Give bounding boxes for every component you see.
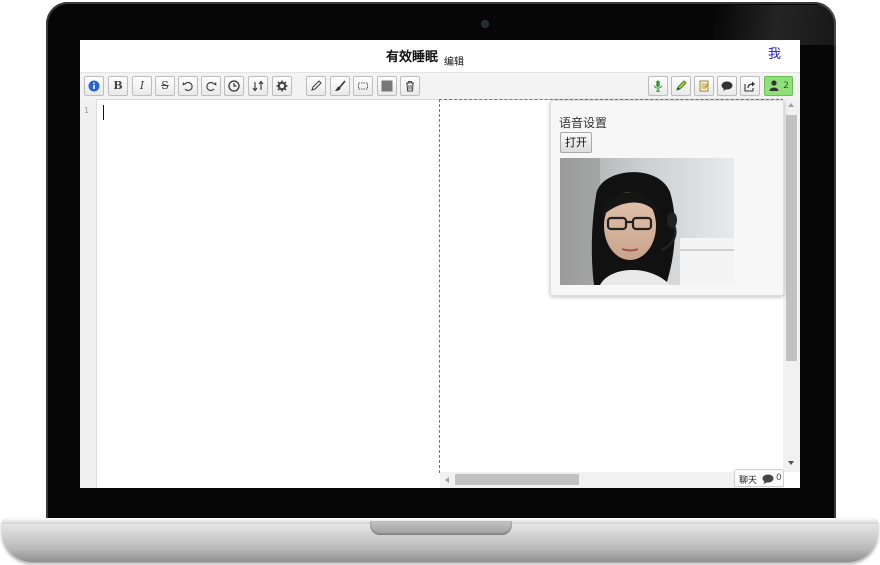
open-voice-button[interactable]: 打开 (560, 132, 592, 153)
app-screen: 有效睡眠 编辑 我 B I S 2 1 语音设置 打开 聊天 0 (80, 40, 800, 488)
horizontal-scroll-thumb[interactable] (455, 474, 579, 485)
text-cursor (103, 105, 104, 120)
line-number-gutter: 1 (80, 99, 97, 488)
info-icon (88, 80, 100, 92)
trash-icon (406, 80, 414, 92)
history-button[interactable] (224, 76, 244, 96)
scroll-left-arrow-icon[interactable] (445, 477, 449, 483)
fill-button[interactable] (377, 76, 397, 96)
laptop-base (2, 518, 878, 562)
redo-icon (206, 81, 217, 92)
microphone-button[interactable] (648, 76, 668, 96)
editor-toolbar: B I S 2 (80, 72, 800, 100)
title-bar: 有效睡眠 编辑 我 (80, 40, 800, 72)
clock-icon (228, 80, 240, 92)
redo-button[interactable] (201, 76, 221, 96)
text-editor[interactable] (97, 99, 439, 488)
italic-button[interactable]: I (132, 76, 152, 96)
chat-label: 聊天 (739, 476, 758, 486)
notes-button[interactable] (694, 76, 714, 96)
share-icon (744, 81, 755, 92)
highlighter-icon (676, 80, 687, 91)
bold-button[interactable]: B (108, 76, 128, 96)
brush-icon (335, 80, 346, 91)
strikethrough-button[interactable]: S (155, 76, 175, 96)
rectangle-icon (358, 82, 368, 90)
users-icon (769, 80, 779, 91)
line-number: 1 (84, 106, 89, 115)
document-title: 有效睡眠 (386, 50, 439, 65)
webcam-lens (482, 21, 488, 27)
users-count: 2 (783, 81, 789, 91)
scroll-up-arrow-icon[interactable] (788, 103, 794, 107)
bezel-reflection (714, 5, 874, 45)
comments-button[interactable] (717, 76, 737, 96)
users-button[interactable]: 2 (764, 76, 793, 96)
sort-button[interactable] (248, 76, 268, 96)
chat-bubble-icon (762, 474, 774, 484)
delete-button[interactable] (400, 76, 420, 96)
undo-icon (182, 81, 193, 92)
microphone-icon (653, 80, 663, 92)
settings-button[interactable] (272, 76, 292, 96)
info-button[interactable] (84, 76, 104, 96)
filled-square-icon (381, 80, 393, 92)
chat-button[interactable]: 聊天 0 (734, 469, 784, 487)
pencil-button[interactable] (306, 76, 326, 96)
share-button[interactable] (740, 76, 760, 96)
sort-icon (252, 80, 264, 92)
pencil-icon (311, 80, 322, 91)
gear-icon (276, 80, 288, 92)
horizontal-scrollbar[interactable] (440, 472, 783, 488)
chat-count: 0 (776, 473, 782, 483)
laptop-opening-notch (370, 521, 512, 535)
highlighter-button[interactable] (671, 76, 691, 96)
edit-label[interactable]: 编辑 (444, 53, 464, 68)
rectangle-button[interactable] (353, 76, 373, 96)
notepad-icon (699, 80, 710, 92)
webcam-video-feed (560, 158, 734, 285)
brush-button[interactable] (330, 76, 350, 96)
scroll-down-arrow-icon[interactable] (788, 461, 794, 465)
vertical-scroll-thumb[interactable] (786, 115, 797, 361)
speech-bubble-icon (721, 81, 733, 91)
vertical-scrollbar[interactable] (783, 99, 800, 472)
undo-button[interactable] (178, 76, 198, 96)
voice-settings-panel: 语音设置 打开 (550, 100, 784, 296)
voice-settings-title: 语音设置 (559, 116, 608, 130)
user-link[interactable]: 我 (768, 43, 781, 62)
